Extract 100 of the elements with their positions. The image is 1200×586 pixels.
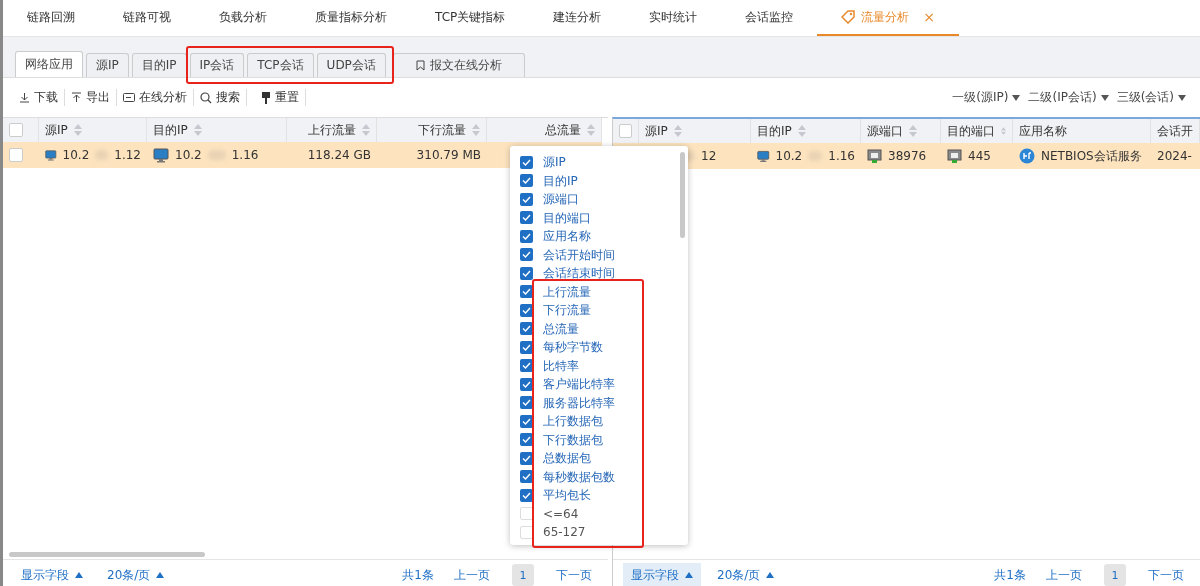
nav-tab[interactable]: TCP关键指标 [411,0,530,36]
select-all-checkbox[interactable] [619,124,632,138]
column-option[interactable]: 每秒数据包数 [510,467,621,486]
tag-icon [841,10,856,24]
nav-tab[interactable]: 链路可视 [99,0,195,36]
toolbar-button[interactable]: 导出 [65,89,117,106]
search-icon [200,91,212,104]
ip-cell: 10.2 1.16 [751,143,861,169]
column-option[interactable]: 应用名称 [510,227,597,246]
column-option[interactable]: 会话开始时间 [510,245,621,264]
caret-down-icon [1178,94,1186,101]
column-option[interactable]: 客户端比特率 [510,375,621,394]
column-option[interactable]: 上行数据包 [510,412,609,431]
sub-tab[interactable]: TCP会话 [247,53,314,77]
monitor-icon [757,148,770,164]
nav-tab[interactable]: 质量指标分析 [291,0,411,36]
table-cell-text: 310.79 MB [415,147,482,164]
scrollbar[interactable] [9,552,205,557]
toolbar-button[interactable]: 下载 [13,89,65,106]
nav-tab[interactable]: 负载分析 [195,0,291,36]
column-option[interactable]: 目的端口 [510,208,597,227]
column-header[interactable]: 源端口 [861,119,941,143]
show-fields-button[interactable]: 显示字段 [13,562,91,586]
sub-tab[interactable]: IP会话 [189,53,245,77]
checkbox[interactable] [520,174,533,188]
column-option[interactable]: 每秒字节数 [510,338,609,357]
checkbox[interactable] [520,192,533,206]
total-count: 共1条 [401,566,435,584]
network-port-icon [947,148,962,164]
column-option[interactable]: 源IP [510,153,572,172]
sub-tab[interactable]: 源IP [86,53,129,77]
page-size-dropdown[interactable]: 20条/页 [709,562,783,586]
show-fields-button[interactable]: 显示字段 [623,562,701,586]
sub-tab[interactable]: 报文在线分析 [392,53,525,77]
checkbox[interactable] [520,211,533,225]
caret-down-icon [1100,94,1109,101]
column-option[interactable]: 服务器比特率 [510,393,621,412]
column-header[interactable]: 源IP [39,118,147,142]
download-icon [19,92,30,103]
scrollbar[interactable] [680,152,685,238]
ip-cell: 10.2 1.16 [147,142,287,168]
nav-tab[interactable]: 会话监控 [721,0,818,36]
select-all-checkbox[interactable] [9,123,23,137]
column-header[interactable]: 目的IP [147,118,287,142]
toolbar-button[interactable]: 在线分析 [117,89,194,106]
checkbox[interactable] [520,266,533,280]
page-number-button[interactable]: 1 [512,564,534,586]
monitor-icon [153,147,169,163]
total-count: 共1条 [993,566,1027,584]
sub-tab[interactable]: 网络应用 [15,51,83,77]
page-number-button[interactable]: 1 [1104,564,1126,586]
column-option[interactable]: 65-127 [510,523,592,542]
column-option[interactable]: 比特率 [510,356,585,375]
next-page-link[interactable]: 下一页 [1142,566,1190,584]
prev-page-link[interactable]: 上一页 [448,566,496,584]
bookmark-icon [415,60,425,71]
nav-tab[interactable]: 实时统计 [625,0,722,36]
screen-icon [123,92,135,103]
table-cell-text: 2024- [1156,148,1193,165]
caret-up-icon [75,572,83,578]
column-header[interactable]: 上行流量 [287,118,377,142]
column-option[interactable]: 会话结束时间 [510,264,621,283]
checkbox[interactable] [520,248,533,262]
column-option[interactable]: <=64 [510,504,585,523]
nav-tab[interactable]: 建连分析 [529,0,626,36]
column-option[interactable]: 总数据包 [510,449,597,468]
column-header[interactable]: 下行流量 [377,118,487,142]
column-header[interactable]: 总流量 [487,118,602,142]
column-header[interactable]: 目的端口 [941,119,1013,143]
checkbox[interactable] [520,229,533,243]
nav-tab[interactable]: 链路回溯 [3,0,99,36]
column-header[interactable]: 目的IP [751,119,861,143]
toolbar-button[interactable]: 重置 [255,89,306,106]
ip-cell: 10.2 1.12 [39,142,147,168]
sub-tab[interactable]: UDP会话 [316,53,386,77]
app-logo-icon [1019,148,1035,164]
column-option[interactable]: 总流量 [510,319,585,338]
level-dropdown[interactable]: 二级(IP会话) [1024,89,1113,106]
table-cell-text: 118.24 GB [306,147,372,164]
sub-tab[interactable]: 目的IP [131,53,187,77]
row-checkbox[interactable] [9,148,23,162]
next-page-link[interactable]: 下一页 [550,566,598,584]
monitor-icon [45,147,57,163]
level-dropdown[interactable]: 三级(会话) [1112,89,1190,106]
column-option[interactable]: 源端口 [510,190,585,209]
column-option[interactable]: 目的IP [510,171,584,190]
column-header[interactable]: 会话开 [1151,119,1200,143]
caret-up-icon [685,572,693,578]
prev-page-link[interactable]: 上一页 [1040,566,1088,584]
network-port-icon [867,148,882,164]
toolbar-button[interactable]: 搜索 [194,89,247,106]
column-option[interactable]: 下行数据包 [510,430,609,449]
column-header[interactable]: 源IP [639,119,751,143]
page-size-dropdown[interactable]: 20条/页 [99,562,173,586]
checkbox[interactable] [520,155,533,169]
column-option[interactable]: 上行流量 [510,282,597,301]
column-header[interactable]: 应用名称 [1013,119,1151,143]
level-dropdown[interactable]: 一级(源IP) [948,89,1025,106]
column-option[interactable]: 下行流量 [510,301,597,320]
column-option[interactable]: 平均包长 [510,486,597,505]
